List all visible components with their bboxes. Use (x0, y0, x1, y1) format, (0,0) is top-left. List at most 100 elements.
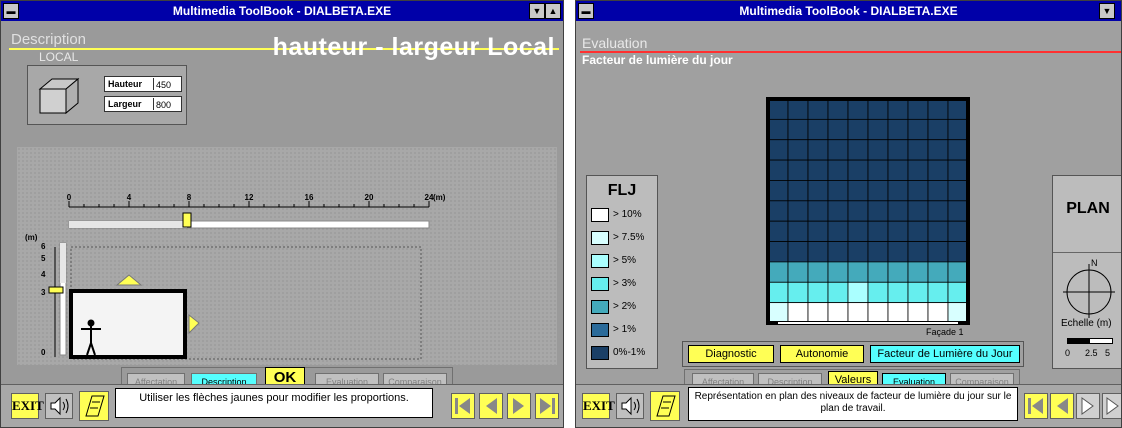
height-arrow-up (115, 274, 143, 286)
plan-cell (847, 159, 869, 181)
last-page-icon[interactable] (1102, 393, 1121, 419)
plan-cell (847, 281, 869, 304)
plan-cell (867, 98, 889, 120)
left-content: Description LOCAL hauteur - largeur Loca… (1, 21, 563, 427)
vertical-ruler-unit: (m) (25, 233, 38, 242)
plan-cell (827, 159, 849, 181)
vertical-ruler-tick-label: 0 (41, 348, 46, 357)
plan-cell (787, 118, 809, 141)
height-field: Hauteur 450 (104, 76, 182, 92)
north-label: N (1091, 258, 1098, 268)
vertical-ruler-tick-label: 3 (41, 288, 46, 297)
exit-button[interactable]: EXIT (582, 393, 615, 419)
plan-cell (947, 241, 969, 263)
plan-cell (787, 302, 809, 324)
ruler-unit: (m) (433, 193, 446, 202)
first-page-icon[interactable] (1024, 393, 1048, 419)
minimize-icon[interactable]: ▼ (1099, 3, 1115, 19)
plan-cell (847, 220, 869, 242)
right-window: ▬ Multimedia ToolBook - DIALBETA.EXE ▼ E… (575, 0, 1122, 428)
plan-cell (827, 200, 849, 222)
plan-cell (927, 302, 949, 324)
next-page-icon[interactable] (1076, 393, 1100, 419)
notebook-icon[interactable] (650, 391, 680, 421)
width-arrow-right (188, 313, 200, 335)
right-window-title: Multimedia ToolBook - DIALBETA.EXE (739, 4, 958, 18)
notebook-icon[interactable] (79, 391, 109, 421)
plan-cell (887, 302, 909, 324)
sound-icon[interactable] (616, 393, 644, 419)
plan-cell (787, 139, 809, 161)
width-label: Largeur (108, 99, 142, 109)
plan-cell (767, 302, 789, 324)
plan-cell (947, 159, 969, 181)
plan-cell (947, 180, 969, 202)
height-value[interactable]: 450 (153, 78, 182, 90)
room-info-box: Hauteur 450 Largeur 800 (27, 65, 187, 125)
plan-cell (827, 241, 849, 263)
plan-cell (887, 139, 909, 161)
tab-facteur-lumiere[interactable]: Facteur de Lumière du Jour (870, 345, 1020, 363)
plan-cell (867, 241, 889, 263)
ruler-tick-label: 20 (364, 193, 374, 202)
system-menu-icon[interactable]: ▬ (578, 3, 594, 19)
last-page-icon[interactable] (535, 393, 559, 419)
plan-cell (927, 261, 949, 283)
previous-page-icon[interactable] (1050, 393, 1074, 419)
right-title-bar[interactable]: ▬ Multimedia ToolBook - DIALBETA.EXE ▼ (576, 1, 1121, 21)
legend-label: 0%-1% (613, 347, 646, 358)
legend-label: > 1% (613, 324, 637, 335)
maximize-icon[interactable]: ▲ (545, 3, 561, 19)
drawing-area: 0 4 8 12 16 20 24 (m) (m) 65430 (17, 147, 557, 365)
plan-cell (847, 98, 869, 120)
plan-cell (907, 139, 929, 161)
scale-tick-label: 5 (1105, 348, 1111, 358)
plan-cell (767, 241, 789, 263)
width-value[interactable]: 800 (153, 98, 182, 110)
tab-autonomie[interactable]: Autonomie (780, 345, 864, 363)
first-page-icon[interactable] (451, 393, 475, 419)
legend-item: > 10% (591, 208, 655, 224)
plan-cell (767, 281, 789, 304)
plan-cell (787, 281, 809, 304)
right-message-box: Représentation en plan des niveaux de fa… (688, 387, 1018, 421)
plan-cell (887, 281, 909, 304)
left-title-bar[interactable]: ▬ Multimedia ToolBook - DIALBETA.EXE ▼ ▲ (1, 1, 563, 21)
legend-item: > 2% (591, 300, 655, 316)
plan-cell (807, 302, 829, 324)
plan-cell (927, 220, 949, 242)
plan-cell (907, 261, 929, 283)
tab-diagnostic[interactable]: Diagnostic (688, 345, 774, 363)
plan-cell (827, 180, 849, 202)
sound-icon[interactable] (45, 393, 73, 419)
plan-cell (867, 180, 889, 202)
plan-cell (887, 241, 909, 263)
exit-button[interactable]: EXIT (11, 393, 44, 419)
vertical-ruler-tick-label: 5 (41, 254, 46, 263)
scale-bar (1067, 338, 1113, 344)
plan-cell (887, 220, 909, 242)
system-menu-icon[interactable]: ▬ (3, 3, 19, 19)
plan-cell (927, 139, 949, 161)
legend-swatch (591, 254, 609, 268)
previous-page-icon[interactable] (479, 393, 503, 419)
plan-cell (847, 200, 869, 222)
legend-swatch (591, 323, 609, 337)
scale-label: Echelle (m) (1061, 318, 1112, 329)
plan-cell (867, 139, 889, 161)
plan-cell (767, 220, 789, 242)
height-label: Hauteur (108, 79, 143, 89)
scale-tick-label: 2.5 (1085, 348, 1098, 358)
page-subtitle: Facteur de lumière du jour (582, 53, 733, 67)
plan-cell (887, 118, 909, 141)
legend-item: > 7.5% (591, 231, 655, 247)
elevation-drawing (48, 201, 430, 360)
left-bottom-bar: EXIT Utiliser les flèches jaunes pour mo… (1, 384, 563, 427)
next-page-icon[interactable] (507, 393, 531, 419)
left-window-title: Multimedia ToolBook - DIALBETA.EXE (172, 4, 392, 18)
plan-cell (767, 159, 789, 181)
width-field: Largeur 800 (104, 96, 182, 112)
plan-cell (847, 261, 869, 283)
legend-item: > 5% (591, 254, 655, 270)
minimize-icon[interactable]: ▼ (529, 3, 545, 19)
